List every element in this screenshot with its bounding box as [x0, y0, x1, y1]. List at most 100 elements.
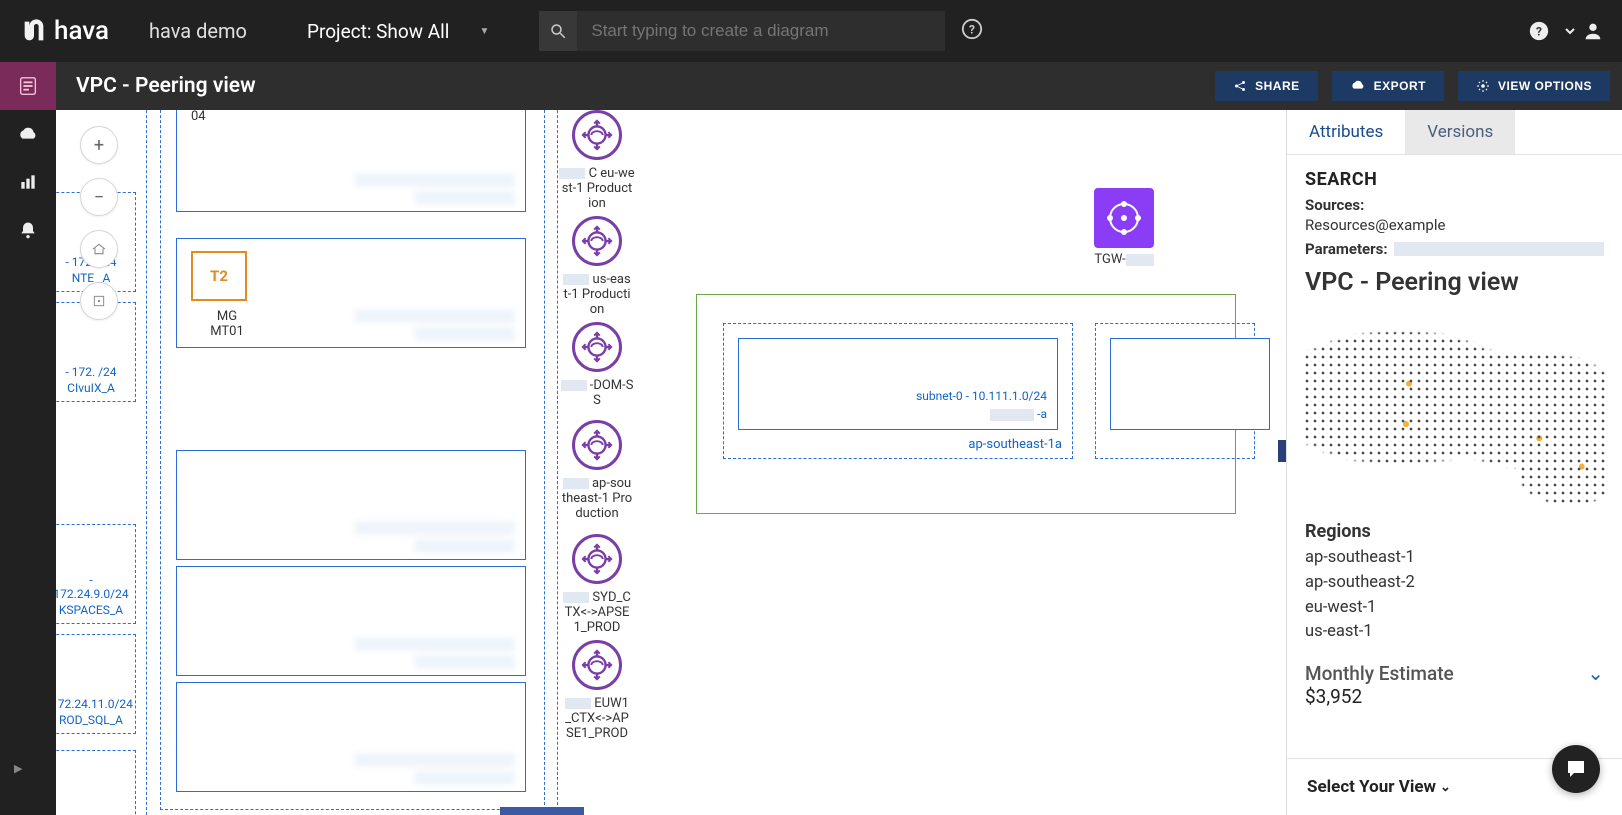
chat-button[interactable] [1552, 745, 1600, 793]
cidr-label: 172.24.11.0/24 [56, 697, 131, 711]
help-button[interactable]: ? [961, 18, 983, 44]
cidr-label: - 172. /24 [56, 365, 131, 379]
help-icon: ? [961, 18, 983, 40]
subnet-suffix: -a [1037, 407, 1047, 421]
peering-label: us-east-1 Production [552, 272, 642, 317]
vpc-peering-icon [572, 216, 622, 266]
peering-node[interactable]: us-east-1 Production [552, 216, 642, 317]
sources-label: Sources: [1305, 196, 1364, 214]
search-button[interactable] [539, 11, 577, 51]
svg-text:?: ? [1536, 25, 1542, 39]
regions-heading: Regions [1305, 521, 1604, 542]
peering-label: C eu-west-1 Production [552, 166, 642, 211]
plus-icon: + [94, 135, 104, 156]
brand-text: hava [54, 16, 109, 46]
card-title: MGMT01 [187, 309, 267, 339]
side-tabs: Attributes Versions [1287, 110, 1622, 155]
tgw-node[interactable]: TGW- [1094, 188, 1154, 267]
peering-node[interactable]: -DOM-SS [552, 322, 642, 408]
left-rail: ▶ [0, 62, 56, 815]
estimate-value: $3,952 [1287, 685, 1622, 718]
tab-attributes[interactable]: Attributes [1287, 110, 1405, 154]
tgw-label: TGW- [1094, 252, 1125, 267]
side-panel: Attributes Versions SEARCH Sources: Reso… [1286, 110, 1622, 815]
subnet-box-clipped[interactable]: 172.24.17.0/24 STG_WEB_A [56, 750, 136, 815]
side-title: VPC - Peering view [1305, 268, 1604, 297]
chat-icon [1564, 757, 1588, 781]
help-menu-button[interactable]: ? [1528, 20, 1550, 42]
subnet-box-clipped[interactable]: 172.24.11.0/24 ROD_SQL_A [56, 634, 136, 734]
chevron-down-icon [1564, 25, 1576, 37]
peering-node[interactable]: SYD_CTX<->APSE1_PROD [552, 534, 642, 635]
rail-item-reports[interactable] [0, 158, 56, 206]
user-menu-button[interactable] [1564, 20, 1604, 42]
rail-expand[interactable]: ▶ [0, 762, 56, 775]
az-box[interactable]: subnet-0 - 10.111.1.0/24 -a ap-southeast… [723, 323, 1073, 459]
project-selector[interactable]: Project: Show All ▼ [277, 20, 509, 43]
peering-node[interactable]: C eu-west-1 Production [552, 110, 642, 211]
peering-label: EUW1_CTX<->APSE1_PROD [552, 696, 642, 741]
card-title: 04 [191, 110, 206, 124]
az-box-2[interactable] [1095, 323, 1255, 459]
subnet-box-2[interactable] [1110, 338, 1270, 430]
top-bar: hava hava demo Project: Show All ▼ ? ? [0, 0, 1622, 62]
peering-label: SYD_CTX<->APSE1_PROD [552, 590, 642, 635]
resource-card[interactable]: 04 [176, 110, 526, 212]
view-options-button[interactable]: VIEW OPTIONS [1458, 71, 1610, 101]
vpc-peering-icon [572, 110, 622, 160]
peering-label: -DOM-SS [552, 378, 642, 408]
vpc-peering-icon [572, 640, 622, 690]
resource-card[interactable] [176, 566, 526, 676]
tab-versions[interactable]: Versions [1405, 110, 1515, 154]
parameters-label: Parameters: [1305, 240, 1388, 258]
subnet-label: subnet-0 - 10.111.1.0/24 [916, 389, 1047, 403]
help-circle-icon: ? [1528, 20, 1550, 42]
subnet-name: KSPACES_A [56, 603, 131, 617]
search-input[interactable] [577, 11, 945, 51]
estimate-toggle[interactable]: ⌄ [1587, 661, 1604, 685]
vertical-scrollbar[interactable] [1278, 440, 1286, 462]
rail-item-diagrams[interactable] [0, 62, 56, 110]
caret-down-icon: ▼ [479, 26, 489, 37]
zoom-out-button[interactable]: − [80, 178, 118, 216]
cidr-label: - 172.24.9.0/24 [56, 573, 131, 601]
horizontal-scrollbar[interactable] [500, 807, 584, 815]
world-map[interactable] [1303, 313, 1606, 515]
fit-icon [91, 241, 107, 257]
gear-icon [1476, 79, 1490, 93]
vpc-box[interactable]: subnet-0 - 10.111.1.0/24 -a ap-southeast… [696, 294, 1236, 514]
vpc-peering-icon [572, 534, 622, 584]
subnet-name: ROD_SQL_A [56, 713, 131, 727]
diagram-canvas[interactable]: + − - 172. /24 NTE _A- 172. /24 CIvuIX_A… [56, 110, 1286, 815]
chart-icon [18, 172, 38, 192]
resource-card[interactable] [176, 450, 526, 560]
minus-icon: − [94, 187, 104, 208]
transit-gateway-icon [1094, 188, 1154, 248]
subnet-box[interactable]: subnet-0 - 10.111.1.0/24 -a [738, 338, 1058, 430]
cloud-icon [17, 123, 39, 145]
view-options-label: VIEW OPTIONS [1498, 79, 1592, 93]
export-label: EXPORT [1374, 79, 1426, 93]
search-wrap [539, 11, 945, 51]
peering-node[interactable]: EUW1_CTX<->APSE1_PROD [552, 640, 642, 741]
export-button[interactable]: EXPORT [1332, 71, 1444, 101]
fit-button[interactable] [80, 230, 118, 268]
center-button[interactable] [80, 282, 118, 320]
peering-node[interactable]: ap-southeast-1 Production [552, 420, 642, 521]
search-icon [549, 22, 567, 40]
subnet-box-clipped[interactable]: - 172.24.9.0/24 KSPACES_A [56, 524, 136, 624]
rail-item-sources[interactable] [0, 110, 56, 158]
search-heading: SEARCH [1305, 169, 1604, 190]
rail-item-alerts[interactable] [0, 206, 56, 254]
logo-icon [20, 17, 48, 45]
resource-card[interactable] [176, 682, 526, 792]
breadcrumb[interactable]: hava demo [129, 19, 277, 43]
target-icon [92, 294, 106, 308]
brand-logo[interactable]: hava [0, 16, 129, 46]
instance-type-chip: T2 [191, 251, 247, 301]
share-button[interactable]: SHARE [1215, 71, 1318, 101]
share-label: SHARE [1255, 79, 1300, 93]
resource-card[interactable]: T2 MGMT01 [176, 238, 526, 348]
zoom-in-button[interactable]: + [80, 126, 118, 164]
peering-label: ap-southeast-1 Production [552, 476, 642, 521]
